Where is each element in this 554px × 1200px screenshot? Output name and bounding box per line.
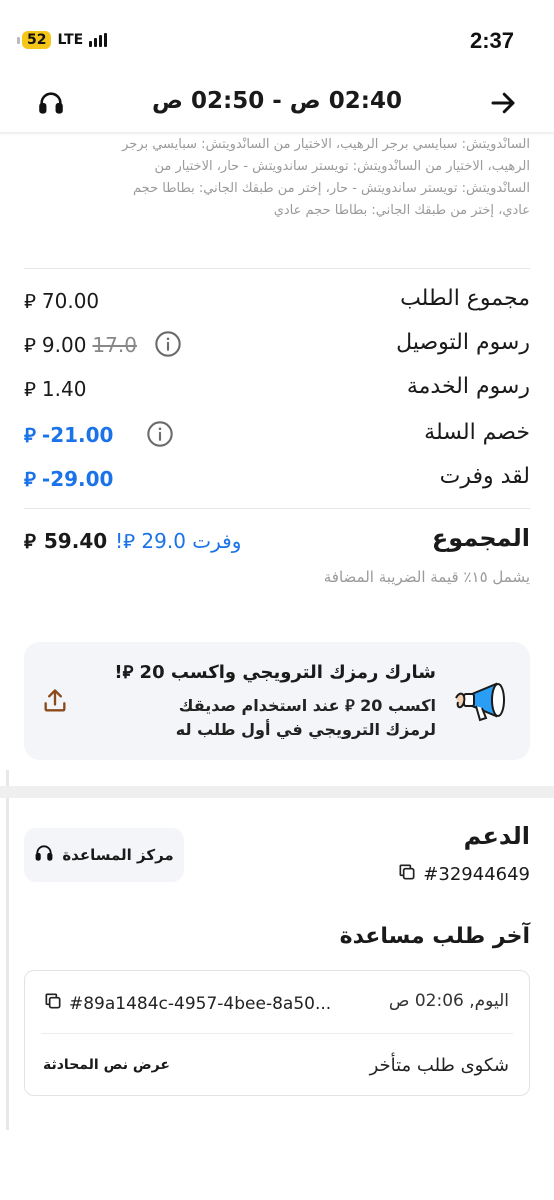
divider [41, 1033, 513, 1034]
row-label: رسوم الخدمة [406, 374, 530, 399]
view-chat-transcript-link[interactable]: عرض نص المحادثة [43, 1057, 170, 1073]
currency-icon: ⃁ [24, 289, 36, 313]
currency-icon: ⃁ [24, 467, 36, 491]
help-center-label: مركز المساعدة [62, 846, 174, 864]
support-title: الدعم [463, 822, 530, 850]
request-id[interactable]: #89a1484c-4957-4bee-8a50... [43, 991, 363, 1016]
price-row-service-fee: رسوم الخدمة ⃁ 1.40 [24, 370, 530, 410]
back-arrow-icon[interactable] [486, 86, 520, 120]
headset-icon [34, 843, 54, 867]
price-row-you-saved: لقد وفرت ⃁ -29.00 [24, 460, 530, 500]
row-label: رسوم التوصيل [396, 330, 530, 355]
price-row-delivery-fee: رسوم التوصيل ⃁ 9.00 17.0 [24, 326, 530, 366]
row-value: ⃁ -29.00 [24, 467, 114, 491]
status-left: 52 LTE [16, 31, 108, 49]
price-row-basket-discount: خصم السلة ⃁ -21.00 [24, 416, 530, 456]
network-type: LTE [57, 32, 84, 48]
request-type: شكوى طلب متأخر [369, 1055, 509, 1076]
info-icon[interactable] [154, 330, 182, 358]
original-delivery-fee: 17.0 [92, 333, 137, 357]
copy-icon[interactable] [43, 991, 63, 1016]
promo-title: شارك رمزك الترويجي واكسب 20 ⃁! [114, 662, 436, 683]
currency-icon: ⃁ [24, 423, 36, 447]
share-icon[interactable] [38, 684, 72, 718]
currency-icon: ⃁ [24, 529, 36, 553]
total-value: ⃁ 59.40 وفرت 29.0 ⃁! [24, 529, 242, 553]
saved-amount-note: وفرت 29.0 ⃁! [115, 529, 242, 553]
order-id-text: #32944649 [423, 864, 530, 885]
section-separator [0, 786, 554, 798]
divider [24, 508, 530, 509]
request-date: اليوم, 02:06 ص [388, 991, 509, 1011]
delivery-window-title: 02:40 ص - 02:50 ص [152, 88, 402, 114]
info-icon[interactable] [146, 420, 174, 448]
clock: 2:37 [469, 28, 514, 53]
currency-icon: ⃁ [24, 333, 36, 357]
app-header: 02:40 ص - 02:50 ص [0, 80, 554, 132]
order-items-details: السانْدويتش: سبايسي برجر الرهيب، الاختيا… [122, 137, 530, 218]
battery-indicator: 52 [16, 31, 52, 49]
price-row-order-total: مجموع الطلب ⃁ 70.00 [24, 282, 530, 322]
row-label: خصم السلة [424, 420, 530, 445]
request-id-text: #89a1484c-4957-4bee-8a50... [69, 993, 332, 1014]
total-label: المجموع [431, 524, 530, 552]
signal-icon [89, 33, 108, 47]
help-center-button[interactable]: مركز المساعدة [24, 828, 184, 882]
currency-icon: ⃁ [24, 377, 36, 401]
order-id[interactable]: #32944649 [397, 862, 530, 887]
row-value: ⃁ 70.00 [24, 289, 100, 313]
divider [24, 268, 530, 269]
status-bar: 52 LTE 2:37 [0, 0, 554, 80]
megaphone-icon [452, 676, 512, 726]
last-request-title: آخر طلب مساعدة [339, 924, 530, 949]
promo-description: اكسب 20 ⃁ عند استخدام صديقك لرمزك التروي… [175, 696, 436, 739]
referral-promo-card[interactable]: شارك رمزك الترويجي واكسب 20 ⃁! اكسب 20 ⃁… [24, 642, 530, 760]
vat-note: يشمل ١٥٪ قيمة الضريبة المضافة [323, 568, 530, 586]
grand-total-row: المجموع ⃁ 59.40 وفرت 29.0 ⃁! [24, 522, 530, 562]
row-value: ⃁ -21.00 [24, 423, 114, 447]
row-label: لقد وفرت [439, 464, 530, 489]
row-value: ⃁ 9.00 17.0 [24, 333, 137, 357]
row-value: ⃁ 1.40 [24, 377, 87, 401]
row-label: مجموع الطلب [400, 286, 530, 311]
copy-icon[interactable] [397, 862, 417, 887]
support-request-card[interactable]: اليوم, 02:06 ص #89a1484c-4957-4bee-8a50.… [24, 970, 530, 1096]
edge-rule [6, 770, 9, 1130]
